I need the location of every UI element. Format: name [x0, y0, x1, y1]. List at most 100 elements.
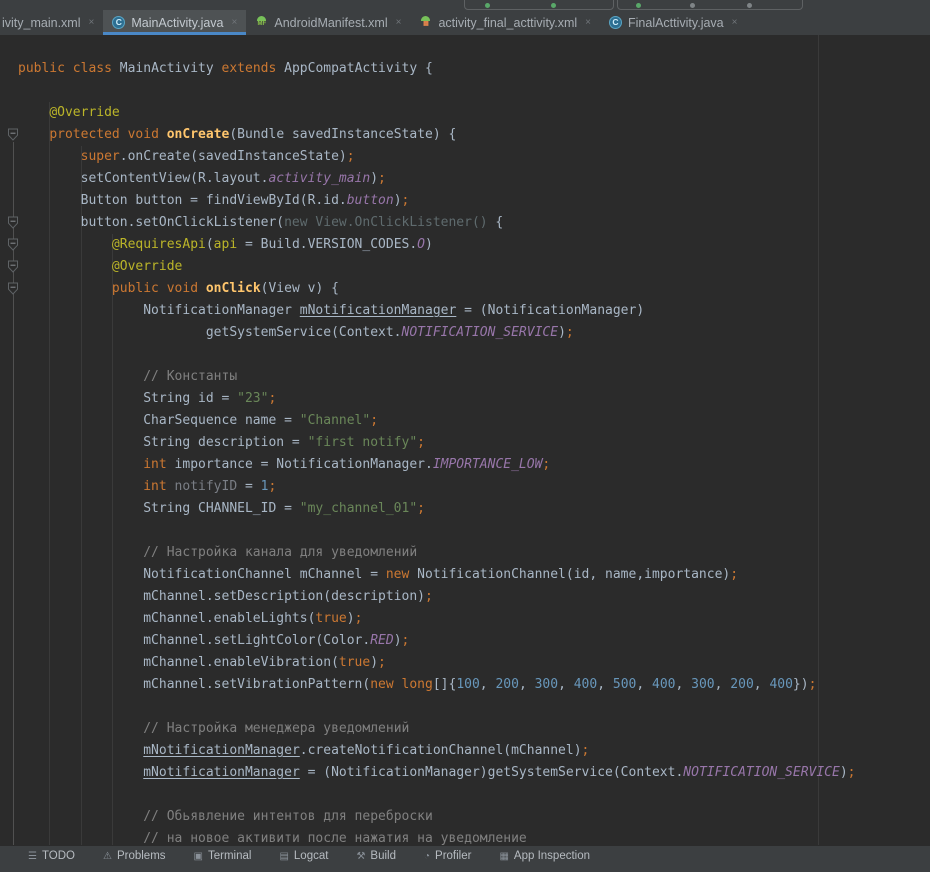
- code-line-32[interactable]: mNotificationManager.createNotificationC…: [18, 740, 930, 762]
- code-token: 200: [730, 677, 753, 692]
- code-token: notifyID: [175, 479, 238, 494]
- tool-window-button-problems[interactable]: ⚠Problems: [103, 846, 166, 862]
- java-class-icon: C: [112, 16, 125, 29]
- code-line-14[interactable]: [18, 344, 930, 366]
- tool-window-label: Build: [370, 850, 396, 862]
- code-token: "23": [237, 391, 268, 406]
- tab-close-icon[interactable]: ×: [732, 17, 738, 28]
- code-line-34[interactable]: [18, 784, 930, 806]
- code-token: O: [417, 237, 425, 252]
- code-line-10[interactable]: @Override: [18, 256, 930, 278]
- code-line-19[interactable]: int importance = NotificationManager.IMP…: [18, 454, 930, 476]
- code-token: ;: [542, 457, 550, 472]
- code-token: onCreate: [167, 127, 230, 142]
- tab-close-icon[interactable]: ×: [396, 17, 402, 28]
- code-token: [394, 677, 402, 692]
- code-line-18[interactable]: String description = "first notify";: [18, 432, 930, 454]
- code-token: ;: [425, 589, 433, 604]
- java-class-icon: C: [609, 16, 622, 29]
- code-line-16[interactable]: String id = "23";: [18, 388, 930, 410]
- code-token: AppCompatActivity {: [276, 61, 433, 76]
- code-line-36[interactable]: // на новое активити после нажатия на ув…: [18, 828, 930, 845]
- logcat-icon: ▤: [279, 851, 288, 862]
- java-class-icon: C: [609, 16, 622, 29]
- code-line-33[interactable]: mNotificationManager = (NotificationMana…: [18, 762, 930, 784]
- file-type-badge: ▦: [419, 21, 432, 28]
- code-token: protected: [49, 127, 119, 142]
- code-token: ;: [582, 743, 590, 758]
- code-line-5[interactable]: super.onCreate(savedInstanceState);: [18, 146, 930, 168]
- tool-window-button-terminal[interactable]: ▣Terminal: [194, 846, 252, 862]
- code-line-24[interactable]: NotificationChannel mChannel = new Notif…: [18, 564, 930, 586]
- code-token: // Настройка менеджера уведомлений: [143, 721, 409, 736]
- code-line-12[interactable]: NotificationManager mNotificationManager…: [18, 300, 930, 322]
- code-line-30[interactable]: [18, 696, 930, 718]
- code-line-9[interactable]: @RequiresApi(api = Build.VERSION_CODES.O…: [18, 234, 930, 256]
- code-token: ;: [417, 435, 425, 450]
- code-token: 400: [769, 677, 792, 692]
- code-token: NotificationManager: [18, 303, 300, 318]
- editor-tab-mainactivity-java[interactable]: CMainActivity.java×: [103, 10, 246, 35]
- tool-window-button-todo[interactable]: ☰TODO: [28, 846, 75, 862]
- code-line-7[interactable]: Button button = findViewById(R.id.button…: [18, 190, 930, 212]
- tab-label: ivity_main.xml: [2, 16, 81, 30]
- code-line-21[interactable]: String CHANNEL_ID = "my_channel_01";: [18, 498, 930, 520]
- code-token: String description =: [18, 435, 308, 450]
- code-line-15[interactable]: // Константы: [18, 366, 930, 388]
- code-line-26[interactable]: mChannel.enableLights(true);: [18, 608, 930, 630]
- editor-tab-androidmanifest-xml[interactable]: MFAndroidManifest.xml×: [246, 10, 410, 35]
- code-line-22[interactable]: [18, 520, 930, 542]
- code-line-20[interactable]: int notifyID = 1;: [18, 476, 930, 498]
- code-line-1[interactable]: public class MainActivity extends AppCom…: [18, 58, 930, 80]
- code-token: @Override: [49, 105, 119, 120]
- code-line-31[interactable]: // Настройка менеджера уведомлений: [18, 718, 930, 740]
- code-token: [18, 127, 49, 142]
- code-line-8[interactable]: button.setOnClickListener(new View.OnCli…: [18, 212, 930, 234]
- code-line-3[interactable]: @Override: [18, 102, 930, 124]
- code-token: mChannel.setVibrationPattern(: [18, 677, 370, 692]
- code-token: 100: [456, 677, 479, 692]
- code-line-6[interactable]: setContentView(R.layout.activity_main);: [18, 168, 930, 190]
- run-controls-group[interactable]: [617, 0, 803, 10]
- code-token: (Bundle savedInstanceState) {: [229, 127, 456, 142]
- code-line-13[interactable]: getSystemService(Context.NOTIFICATION_SE…: [18, 322, 930, 344]
- tool-window-label: Problems: [117, 850, 166, 862]
- code-line-28[interactable]: mChannel.enableVibration(true);: [18, 652, 930, 674]
- tool-window-button-build[interactable]: ⚒Build: [356, 846, 396, 862]
- tool-window-button-app-inspection[interactable]: ▦App Inspection: [499, 846, 590, 862]
- code-line-27[interactable]: mChannel.setLightColor(Color.RED);: [18, 630, 930, 652]
- code-token: [18, 149, 81, 164]
- tool-window-button-logcat[interactable]: ▤Logcat: [279, 846, 328, 862]
- editor-tab-activity-final-acttivity-xml[interactable]: ▦activity_final_acttivity.xml×: [410, 10, 600, 35]
- code-line-4[interactable]: protected void onCreate(Bundle savedInst…: [18, 124, 930, 146]
- code-token: ;: [730, 567, 738, 582]
- code-line-29[interactable]: mChannel.setVibrationPattern(new long[]{…: [18, 674, 930, 696]
- tab-close-icon[interactable]: ×: [89, 17, 95, 28]
- tab-close-icon[interactable]: ×: [585, 17, 591, 28]
- code-line-23[interactable]: // Настройка канала для уведомлений: [18, 542, 930, 564]
- code-token: int: [143, 457, 166, 472]
- code-token: ): [558, 325, 566, 340]
- editor-tab-finalacttivity-java[interactable]: CFinalActtivity.java×: [600, 10, 746, 35]
- code-line-17[interactable]: CharSequence name = "Channel";: [18, 410, 930, 432]
- tool-window-button-profiler[interactable]: ◔Profiler: [424, 846, 471, 862]
- code-token: [65, 61, 73, 76]
- code-line-11[interactable]: public void onClick(View v) {: [18, 278, 930, 300]
- code-area[interactable]: public class MainActivity extends AppCom…: [0, 35, 930, 845]
- code-line-25[interactable]: mChannel.setDescription(description);: [18, 586, 930, 608]
- code-line-2[interactable]: [18, 80, 930, 102]
- code-token: ): [394, 633, 402, 648]
- code-token: ,: [558, 677, 574, 692]
- code-token: String CHANNEL_ID =: [18, 501, 300, 516]
- code-editor[interactable]: public class MainActivity extends AppCom…: [0, 35, 930, 845]
- code-token: ;: [809, 677, 817, 692]
- code-token: 500: [613, 677, 636, 692]
- editor-tab-ivity-main-xml[interactable]: ivity_main.xml ×: [0, 10, 103, 35]
- tab-close-icon[interactable]: ×: [232, 17, 238, 28]
- code-token: 300: [535, 677, 558, 692]
- code-line-35[interactable]: // Обьявление интентов для переброски: [18, 806, 930, 828]
- code-token: [120, 127, 128, 142]
- code-token: [167, 479, 175, 494]
- code-token: NotificationChannel(id, name,importance): [409, 567, 730, 582]
- code-token: ,: [597, 677, 613, 692]
